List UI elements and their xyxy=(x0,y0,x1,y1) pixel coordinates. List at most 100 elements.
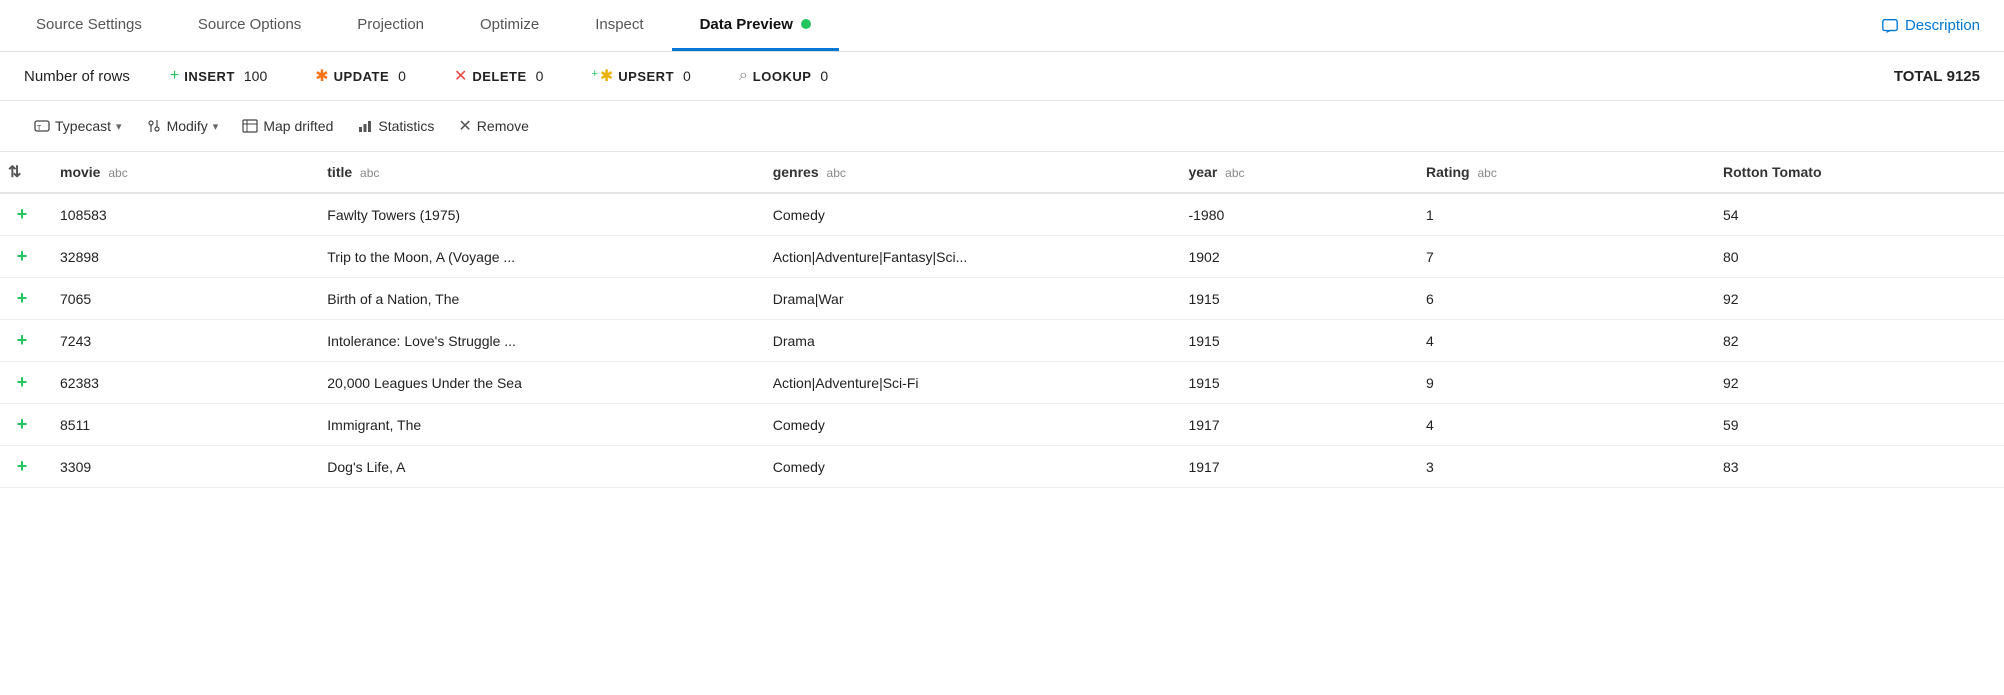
map-drifted-icon xyxy=(242,118,258,134)
col-title-type: abc xyxy=(360,166,379,180)
description-button[interactable]: Description xyxy=(1865,0,1996,51)
col-rating-type: abc xyxy=(1477,166,1496,180)
stat-total: TOTAL 9125 xyxy=(1894,68,1980,85)
modify-icon xyxy=(146,118,162,134)
cell-rating: 7 xyxy=(1410,236,1707,278)
cell-title: Intolerance: Love's Struggle ... xyxy=(311,320,756,362)
table-body: +108583Fawlty Towers (1975)Comedy-198015… xyxy=(0,193,2004,488)
cell-movie: 108583 xyxy=(44,193,311,236)
col-header-movie[interactable]: movie abc xyxy=(44,152,311,193)
cell-genres: Comedy xyxy=(757,404,1173,446)
cell-genres: Drama xyxy=(757,320,1173,362)
stat-update: ✱ UPDATE 0 xyxy=(315,66,406,86)
row-indicator: + xyxy=(0,193,44,236)
cell-rating: 3 xyxy=(1410,446,1707,488)
row-indicator: + xyxy=(0,404,44,446)
typecast-button[interactable]: T Typecast ▾ xyxy=(24,113,132,139)
cell-rating: 9 xyxy=(1410,362,1707,404)
row-indicator: + xyxy=(0,320,44,362)
col-header-year[interactable]: year abc xyxy=(1172,152,1410,193)
cell-rating: 6 xyxy=(1410,278,1707,320)
data-preview-dot xyxy=(801,19,811,29)
update-value: 0 xyxy=(398,68,406,84)
cell-movie: 62383 xyxy=(44,362,311,404)
cell-genres: Comedy xyxy=(757,446,1173,488)
cell-title: Birth of a Nation, The xyxy=(311,278,756,320)
col-header-rotten-tomatoes[interactable]: Rotton Tomato xyxy=(1707,152,2004,193)
row-indicator: + xyxy=(0,278,44,320)
cell-genres: Comedy xyxy=(757,193,1173,236)
update-label: UPDATE xyxy=(334,69,389,84)
data-table-container: ⇅ movie abc title abc genres abc year ab… xyxy=(0,152,2004,691)
cell-rating: 1 xyxy=(1410,193,1707,236)
col-movie-type: abc xyxy=(108,166,127,180)
col-genres-type: abc xyxy=(827,166,846,180)
table-row: +7065Birth of a Nation, TheDrama|War1915… xyxy=(0,278,2004,320)
table-row: +3309Dog's Life, AComedy1917383 xyxy=(0,446,2004,488)
cell-movie: 7065 xyxy=(44,278,311,320)
cell-rating: 4 xyxy=(1410,404,1707,446)
cell-rotten_tomatoes: 54 xyxy=(1707,193,2004,236)
cell-title: Trip to the Moon, A (Voyage ... xyxy=(311,236,756,278)
tab-source-options[interactable]: Source Options xyxy=(170,0,329,51)
table-header-row: ⇅ movie abc title abc genres abc year ab… xyxy=(0,152,2004,193)
delete-label: DELETE xyxy=(472,69,526,84)
update-icon: ✱ xyxy=(315,66,328,86)
cell-rotten_tomatoes: 82 xyxy=(1707,320,2004,362)
stat-upsert: + ✱ UPSERT 0 xyxy=(591,66,690,86)
cell-rating: 4 xyxy=(1410,320,1707,362)
lookup-value: 0 xyxy=(820,68,828,84)
cell-rotten_tomatoes: 80 xyxy=(1707,236,2004,278)
cell-year: 1917 xyxy=(1172,404,1410,446)
col-header-title[interactable]: title abc xyxy=(311,152,756,193)
typecast-chevron: ▾ xyxy=(116,120,122,133)
delete-value: 0 xyxy=(536,68,544,84)
cell-rotten_tomatoes: 83 xyxy=(1707,446,2004,488)
cell-title: 20,000 Leagues Under the Sea xyxy=(311,362,756,404)
statistics-button[interactable]: Statistics xyxy=(347,113,444,139)
chat-icon xyxy=(1881,17,1899,35)
tab-optimize[interactable]: Optimize xyxy=(452,0,567,51)
cell-rotten_tomatoes: 92 xyxy=(1707,278,2004,320)
remove-icon: ✕ xyxy=(458,116,471,136)
stat-delete: ✕ DELETE 0 xyxy=(454,66,544,86)
tab-data-preview[interactable]: Data Preview xyxy=(672,0,839,51)
cell-title: Fawlty Towers (1975) xyxy=(311,193,756,236)
stat-insert: + INSERT 100 xyxy=(170,67,267,85)
delete-icon: ✕ xyxy=(454,66,467,86)
tab-inspect[interactable]: Inspect xyxy=(567,0,671,51)
cell-title: Immigrant, The xyxy=(311,404,756,446)
lookup-label: LOOKUP xyxy=(753,69,812,84)
remove-button[interactable]: ✕ Remove xyxy=(448,111,539,141)
cell-genres: Action|Adventure|Fantasy|Sci... xyxy=(757,236,1173,278)
toolbar: T Typecast ▾ Modify ▾ Map drifted Statis… xyxy=(0,101,2004,152)
col-year-type: abc xyxy=(1225,166,1244,180)
data-table: ⇅ movie abc title abc genres abc year ab… xyxy=(0,152,2004,488)
modify-button[interactable]: Modify ▾ xyxy=(136,113,229,139)
cell-rotten_tomatoes: 59 xyxy=(1707,404,2004,446)
cell-year: 1915 xyxy=(1172,320,1410,362)
col-header-rating[interactable]: Rating abc xyxy=(1410,152,1707,193)
table-row: +32898Trip to the Moon, A (Voyage ...Act… xyxy=(0,236,2004,278)
upsert-icon-star: ✱ xyxy=(600,66,613,86)
statistics-icon xyxy=(357,118,373,134)
map-drifted-button[interactable]: Map drifted xyxy=(232,113,343,139)
sort-arrows-icon: ⇅ xyxy=(8,164,21,181)
typecast-icon: T xyxy=(34,118,50,134)
tab-source-settings[interactable]: Source Settings xyxy=(8,0,170,51)
upsert-icon-plus: + xyxy=(591,68,597,80)
modify-chevron: ▾ xyxy=(213,120,219,133)
insert-icon: + xyxy=(170,67,179,85)
cell-year: 1915 xyxy=(1172,278,1410,320)
table-row: +8511Immigrant, TheComedy1917459 xyxy=(0,404,2004,446)
col-header-sort[interactable]: ⇅ xyxy=(0,152,44,193)
tab-projection[interactable]: Projection xyxy=(329,0,452,51)
col-header-genres[interactable]: genres abc xyxy=(757,152,1173,193)
insert-label: INSERT xyxy=(184,69,235,84)
cell-movie: 7243 xyxy=(44,320,311,362)
insert-value: 100 xyxy=(244,68,267,84)
upsert-value: 0 xyxy=(683,68,691,84)
cell-year: -1980 xyxy=(1172,193,1410,236)
table-row: +108583Fawlty Towers (1975)Comedy-198015… xyxy=(0,193,2004,236)
stat-lookup: ⌕ LOOKUP 0 xyxy=(739,67,828,85)
